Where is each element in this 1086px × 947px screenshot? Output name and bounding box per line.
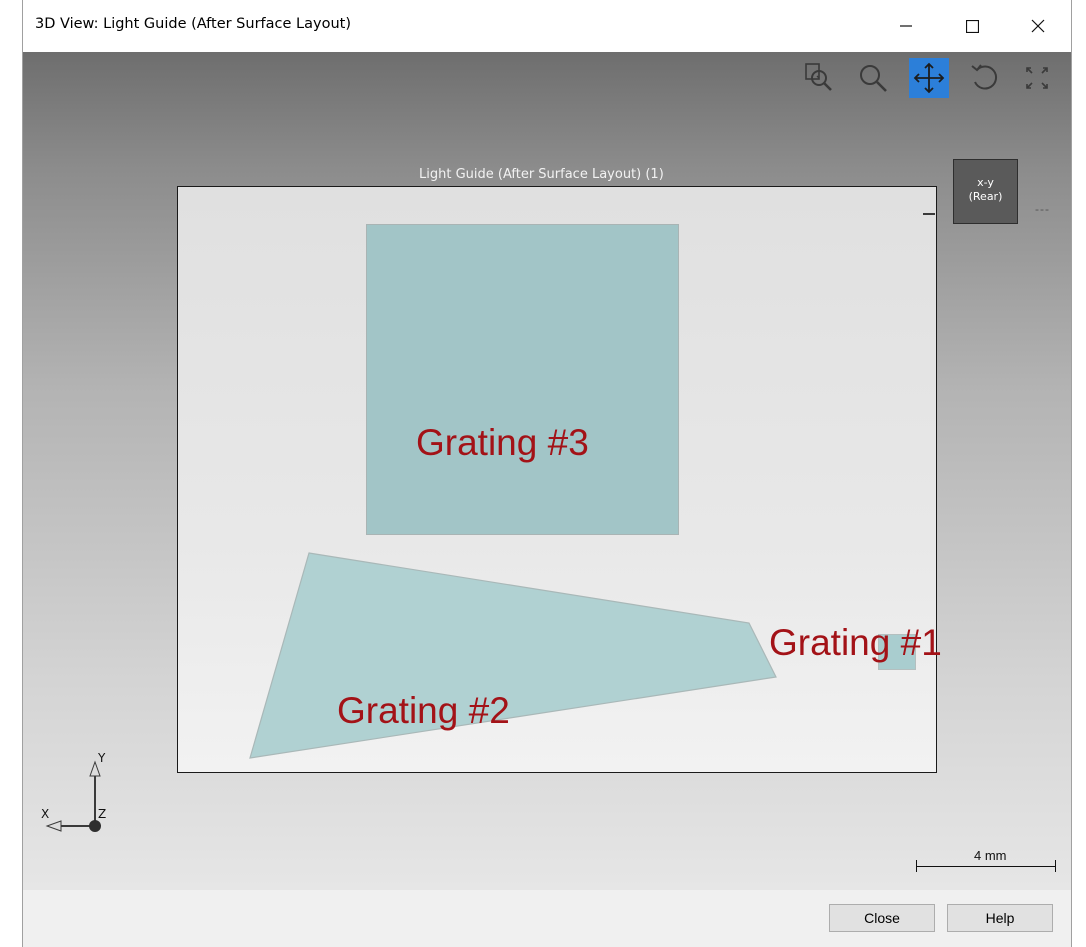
- maximize-button[interactable]: [949, 0, 995, 52]
- view-cube-side: (Rear): [968, 190, 1003, 203]
- grating-1-label: Grating #1: [769, 622, 942, 663]
- move-arrows-icon: [913, 62, 945, 94]
- y-axis-label: Y: [97, 751, 106, 765]
- view-cube-tick: [923, 213, 935, 215]
- view-cube-marker: ---: [1035, 202, 1050, 216]
- rotate-icon: [971, 64, 998, 90]
- layout-title-label: Light Guide (After Surface Layout) (1): [419, 167, 664, 182]
- axis-triad: Y X Z: [41, 751, 106, 832]
- grating-3-label: Grating #3: [416, 422, 589, 463]
- scale-bar-label: 4 mm: [974, 848, 1007, 863]
- zoom-window-tool[interactable]: [799, 58, 839, 98]
- close-icon: [1031, 19, 1045, 33]
- 3d-viewport[interactable]: Light Guide (After Surface Layout) (1) G…: [23, 52, 1071, 890]
- x-axis-label: X: [41, 807, 49, 821]
- title-bar[interactable]: 3D View: Light Guide (After Surface Layo…: [23, 0, 1071, 52]
- help-button[interactable]: Help: [947, 904, 1053, 932]
- 3d-view-window: 3D View: Light Guide (After Surface Layo…: [22, 0, 1072, 947]
- scale-bar-tick-left: [916, 860, 917, 872]
- zoom-tool[interactable]: [853, 58, 893, 98]
- scale-bar-line: [916, 866, 1056, 867]
- z-axis-label: Z: [98, 807, 106, 821]
- pan-tool[interactable]: [909, 58, 949, 98]
- minimize-icon: [900, 25, 912, 27]
- view-cube-plane: x-y: [977, 176, 994, 189]
- fit-all-tool[interactable]: [1017, 58, 1057, 98]
- grating-2-label: Grating #2: [337, 690, 510, 731]
- grating-3-shape[interactable]: [366, 224, 679, 535]
- window-title: 3D View: Light Guide (After Surface Layo…: [35, 16, 351, 32]
- minimize-button[interactable]: [883, 0, 929, 52]
- light-guide-canvas[interactable]: [177, 186, 937, 773]
- view-cube[interactable]: x-y (Rear): [953, 159, 1018, 224]
- close-window-button[interactable]: [1015, 0, 1061, 52]
- scale-bar-tick-right: [1055, 860, 1056, 872]
- rotate-tool[interactable]: [965, 58, 1005, 98]
- maximize-icon: [965, 19, 979, 33]
- close-button[interactable]: Close: [829, 904, 935, 932]
- scale-bar: 4 mm: [916, 842, 1056, 872]
- expand-corners-icon: [1026, 67, 1048, 89]
- zoom-window-icon: [805, 63, 832, 91]
- magnifier-icon: [860, 65, 887, 92]
- dialog-footer: Close Help: [23, 890, 1071, 947]
